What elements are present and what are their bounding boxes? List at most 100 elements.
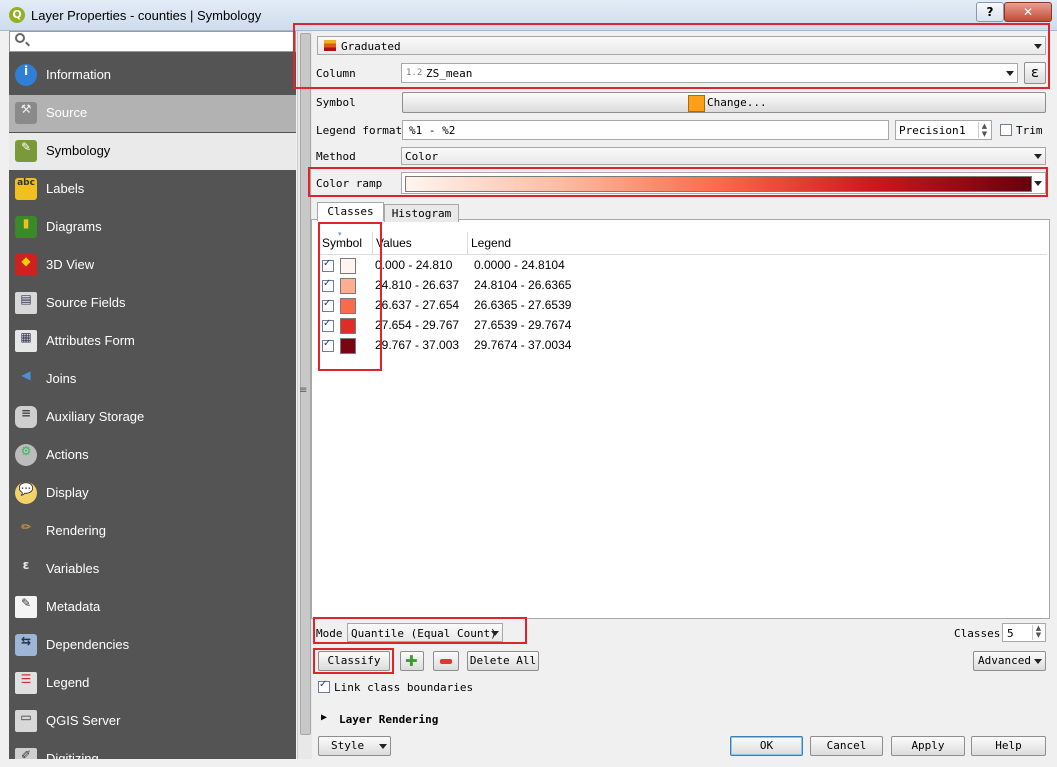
table-row[interactable]: 0.000 - 24.810 0.0000 - 24.8104 [318,255,1047,275]
symbol-column-header[interactable]: Symbol [322,236,362,250]
qgis-server-icon: ▭ [15,710,37,732]
sidebar-item-information[interactable]: i Information [9,57,296,94]
add-class-button[interactable]: ✚ [400,651,424,671]
classes-table-header: Symbol ▾ Values Legend [318,231,1047,255]
help-button[interactable]: Help [971,736,1046,756]
column-combo[interactable]: 1.2 ZS_mean [401,63,1018,83]
sidebar-item-digitizing[interactable]: ✐ Digitizing [9,741,296,759]
window-title-bar: Q Layer Properties - counties | Symbolog… [0,0,1057,31]
remove-class-button[interactable] [433,651,459,671]
style-menu-button[interactable]: Style [318,736,391,756]
sidebar-item-actions[interactable]: ⚙ Actions [9,437,296,474]
cancel-button[interactable]: Cancel [810,736,883,756]
source-fields-icon: ▤ [15,292,37,314]
classify-button[interactable]: Classify [318,651,390,671]
chevron-down-icon [1034,43,1042,49]
table-row[interactable]: 27.654 - 29.767 27.6539 - 29.7674 [318,315,1047,335]
mode-combo[interactable]: Quantile (Equal Count) [347,623,503,642]
sidebar-item-label: Source [46,105,88,120]
layer-rendering-header[interactable]: Layer Rendering [339,713,438,726]
color-ramp-preview [405,176,1032,192]
sidebar-item-symbology[interactable]: ✎ Symbology [9,133,296,170]
table-row[interactable]: 26.637 - 27.654 26.6365 - 27.6539 [318,295,1047,315]
classes-count-spinbox[interactable]: 5 ▲ ▼ [1002,623,1046,642]
sidebar-item-label: Symbology [46,143,111,158]
metadata-icon: ✎ [15,596,37,618]
legend-column-header[interactable]: Legend [471,236,511,250]
sidebar-item-dependencies[interactable]: ⇆ Dependencies [9,627,296,664]
class-symbol-swatch[interactable] [340,298,356,314]
chevron-down-icon [1034,154,1042,159]
spin-arrows-icon[interactable]: ▲ ▼ [978,122,990,138]
sidebar-item-joins[interactable]: ◀ Joins [9,361,296,398]
spin-arrows-icon[interactable]: ▲ ▼ [1032,625,1044,640]
class-visible-checkbox[interactable] [322,278,334,292]
expand-arrow-icon[interactable]: ▶ [321,712,327,723]
advanced-menu-button[interactable]: Advanced [973,651,1046,671]
apply-button[interactable]: Apply [891,736,965,756]
tab-classes[interactable]: Classes [317,202,384,221]
change-symbol-button[interactable]: Change... [402,92,1046,113]
expression-button[interactable]: ε [1024,62,1046,84]
sidebar-item-source[interactable]: ⚒ Source [9,95,296,132]
table-row[interactable]: 29.767 - 37.003 29.7674 - 37.0034 [318,335,1047,355]
sidebar-item-3d-view[interactable]: ◆ 3D View [9,247,296,284]
auxiliary-storage-icon: ≡ [15,406,37,428]
sidebar-item-auxiliary-storage[interactable]: ≡ Auxiliary Storage [9,399,296,436]
sidebar-item-metadata[interactable]: ✎ Metadata [9,589,296,626]
class-symbol-swatch[interactable] [340,258,356,274]
rendering-icon: ✏ [20,520,32,534]
class-visible-checkbox[interactable] [322,318,334,332]
renderer-combo[interactable]: Graduated [317,36,1046,55]
tab-histogram[interactable]: Histogram [384,204,459,222]
class-legend[interactable]: 24.8104 - 26.6365 [474,278,571,292]
sidebar-item-attributes-form[interactable]: ▦ Attributes Form [9,323,296,360]
class-legend[interactable]: 0.0000 - 24.8104 [474,258,565,272]
legend-format-input[interactable]: %1 - %2 [402,120,889,140]
class-legend[interactable]: 26.6365 - 27.6539 [474,298,571,312]
values-column-header[interactable]: Values [376,236,412,250]
class-values[interactable]: 24.810 - 26.637 [375,278,459,292]
graduated-icon [324,40,336,51]
class-legend[interactable]: 27.6539 - 29.7674 [474,318,571,332]
scrollbar-thumb[interactable] [300,33,311,735]
sidebar-item-source-fields[interactable]: ▤ Source Fields [9,285,296,322]
ok-button[interactable]: OK [730,736,803,756]
class-visible-checkbox[interactable] [322,258,334,272]
class-visible-checkbox[interactable] [322,338,334,352]
precision-spinbox[interactable]: Precision 1 ▲ ▼ [895,120,992,140]
help-title-button[interactable]: ? [976,2,1004,22]
table-row[interactable]: 24.810 - 26.637 24.8104 - 26.6365 [318,275,1047,295]
sidebar-item-label: Labels [46,181,85,196]
sidebar-item-diagrams[interactable]: ▮ Diagrams [9,209,296,246]
sidebar-search[interactable] [9,31,296,52]
method-combo[interactable]: Color [401,147,1046,165]
close-window-button[interactable]: ✕ [1004,2,1052,22]
class-values[interactable]: 0.000 - 24.810 [375,258,452,272]
class-legend[interactable]: 29.7674 - 37.0034 [474,338,571,352]
sidebar-item-variables[interactable]: ε Variables [9,551,296,588]
qgis-logo-icon: Q [9,7,25,23]
delete-all-button[interactable]: Delete All [467,651,539,671]
sidebar-item-rendering[interactable]: ✏ Rendering [9,513,296,550]
class-visible-checkbox[interactable] [322,298,334,312]
class-values[interactable]: 27.654 - 29.767 [375,318,459,332]
source-icon: ⚒ [15,102,37,124]
sidebar-item-qgis-server[interactable]: ▭ QGIS Server [9,703,296,740]
sidebar-item-display[interactable]: 💬 Display [9,475,296,512]
sidebar-item-label: Diagrams [46,219,102,234]
splitter-handle-icon[interactable]: ≡ [299,385,307,396]
classes-count-value: 5 [1007,627,1014,640]
link-boundaries-checkbox[interactable] [318,679,330,693]
class-symbol-swatch[interactable] [340,318,356,334]
class-values[interactable]: 26.637 - 27.654 [375,298,459,312]
sidebar-item-label: Attributes Form [46,333,135,348]
search-input[interactable] [32,34,296,51]
class-symbol-swatch[interactable] [340,338,356,354]
sidebar-item-legend[interactable]: ☰ Legend [9,665,296,702]
trim-checkbox[interactable] [1000,124,1012,136]
class-symbol-swatch[interactable] [340,278,356,294]
legend-format-label: Legend format [316,124,403,137]
class-values[interactable]: 29.767 - 37.003 [375,338,459,352]
sidebar-item-labels[interactable]: abc Labels [9,171,296,208]
